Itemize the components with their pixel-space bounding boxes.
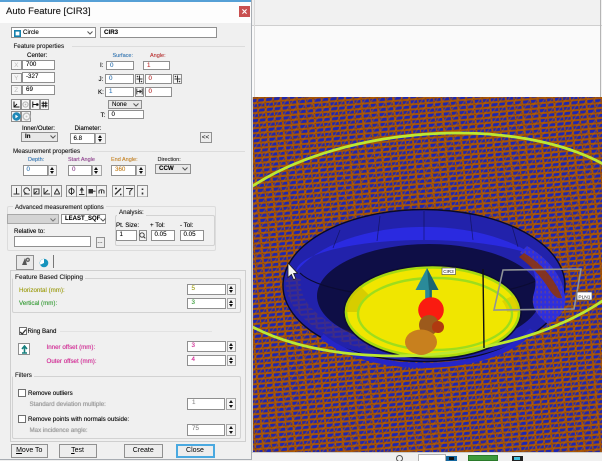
svg-text:PLN1: PLN1 [578, 294, 590, 300]
svg-text:CIR3: CIR3 [443, 269, 454, 274]
